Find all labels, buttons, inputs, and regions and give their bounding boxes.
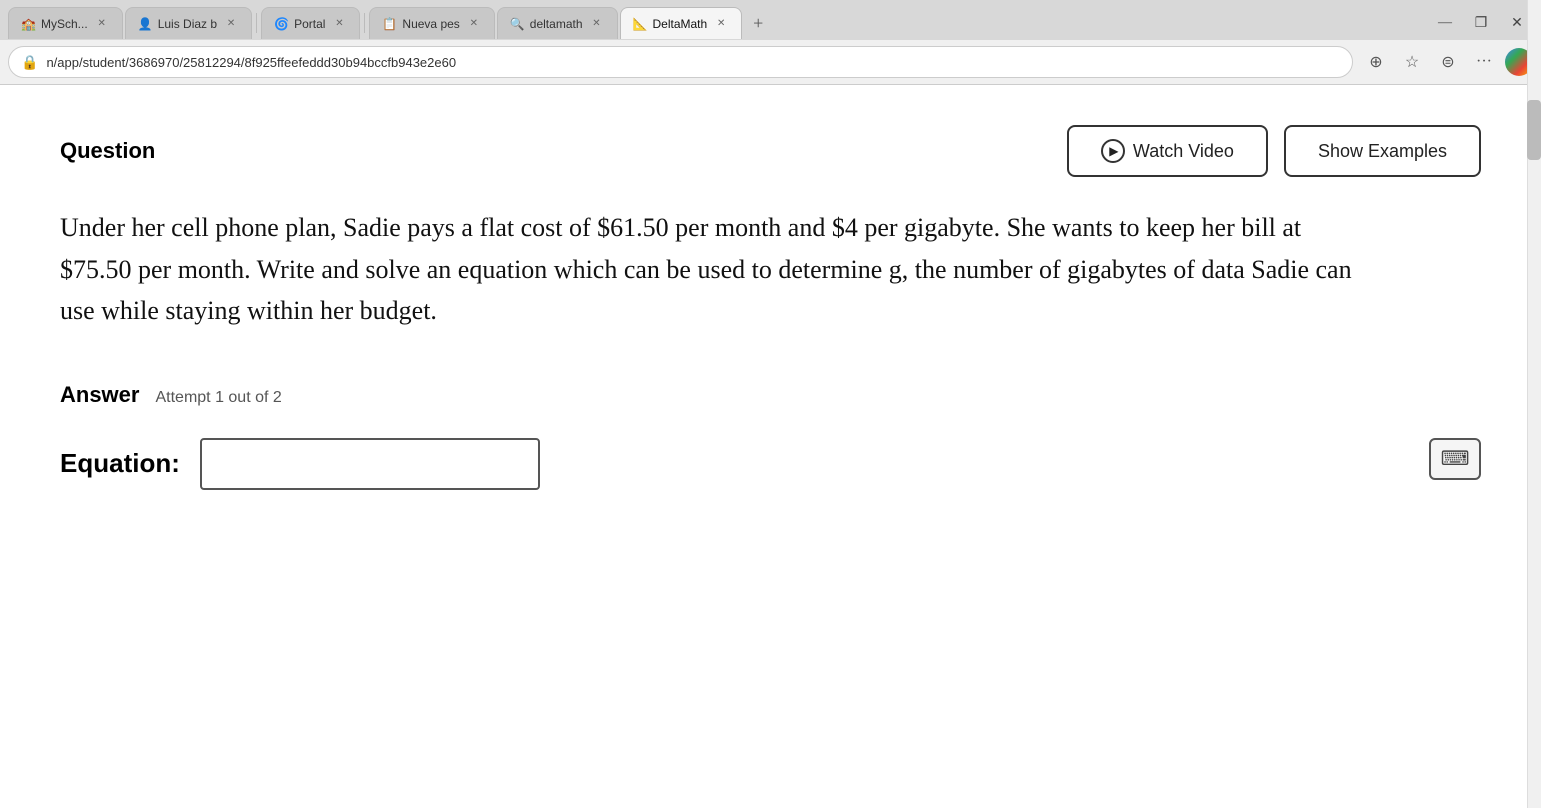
question-text: Under her cell phone plan, Sadie pays a … xyxy=(60,207,1360,332)
tab-label-4: Nueva pes xyxy=(402,17,459,31)
tab-label-2: Luis Diaz b xyxy=(158,17,217,31)
show-examples-button[interactable]: Show Examples xyxy=(1284,125,1481,177)
tab-favicon-1: 🏫 xyxy=(21,17,35,31)
question-label: Question xyxy=(60,138,155,164)
tab-nueva-pes[interactable]: 📋 Nueva pes ✕ xyxy=(369,7,494,39)
tab-label-6: DeltaMath xyxy=(653,17,708,31)
tab-deltamath-active[interactable]: 📐 DeltaMath ✕ xyxy=(620,7,743,39)
scrollbar-thumb[interactable] xyxy=(1527,100,1541,160)
equation-input[interactable] xyxy=(200,438,540,490)
attempt-text: Attempt 1 out of 2 xyxy=(155,389,281,407)
tab-close-1[interactable]: ✕ xyxy=(94,16,110,32)
equation-row: Equation: xyxy=(60,438,1481,490)
tab-label-5: deltamath xyxy=(530,17,583,31)
tab-bar: 🏫 MySch... ✕ 👤 Luis Diaz b ✕ 🌀 Portal ✕ … xyxy=(0,0,1541,40)
more-button[interactable]: ··· xyxy=(1469,47,1499,77)
tab-favicon-3: 🌀 xyxy=(274,17,288,31)
tab-close-4[interactable]: ✕ xyxy=(466,16,482,32)
tab-favicon-4: 📋 xyxy=(382,17,396,31)
tab-close-2[interactable]: ✕ xyxy=(223,16,239,32)
tab-separator xyxy=(256,13,257,33)
answer-label: Answer xyxy=(60,382,139,408)
equation-label: Equation: xyxy=(60,448,180,479)
lock-icon: 🔒 xyxy=(21,54,38,71)
watch-video-button[interactable]: ▶ Watch Video xyxy=(1067,125,1268,177)
tab-close-6[interactable]: ✕ xyxy=(713,16,729,32)
bookmark-button[interactable]: ☆ xyxy=(1397,47,1427,77)
watch-video-label: Watch Video xyxy=(1133,141,1234,162)
new-tab-button[interactable]: + xyxy=(744,9,772,37)
answer-section: Answer Attempt 1 out of 2 ⌨ Equation: xyxy=(60,382,1481,490)
tab-favicon-2: 👤 xyxy=(138,17,152,31)
answer-header: Answer Attempt 1 out of 2 xyxy=(60,382,1481,408)
question-header: Question ▶ Watch Video Show Examples xyxy=(60,125,1481,177)
page-content: Question ▶ Watch Video Show Examples Und… xyxy=(0,85,1541,809)
tab-close-3[interactable]: ✕ xyxy=(331,16,347,32)
restore-button[interactable]: ❐ xyxy=(1465,9,1497,37)
tab-favicon-5: 🔍 xyxy=(510,17,524,31)
keyboard-icon-button[interactable]: ⌨ xyxy=(1429,438,1481,480)
play-icon: ▶ xyxy=(1101,139,1125,163)
browser-chrome: 🏫 MySch... ✕ 👤 Luis Diaz b ✕ 🌀 Portal ✕ … xyxy=(0,0,1541,85)
tab-label-3: Portal xyxy=(294,17,325,31)
url-box[interactable]: 🔒 n/app/student/3686970/25812294/8f925ff… xyxy=(8,46,1353,78)
show-examples-label: Show Examples xyxy=(1318,141,1447,162)
tab-myschool[interactable]: 🏫 MySch... ✕ xyxy=(8,7,123,39)
tab-portal[interactable]: 🌀 Portal ✕ xyxy=(261,7,360,39)
scrollbar[interactable] xyxy=(1527,0,1541,808)
browser-actions: ⊕ ☆ ⊜ ··· xyxy=(1361,47,1533,77)
tab-close-5[interactable]: ✕ xyxy=(589,16,605,32)
tab-deltamath-search[interactable]: 🔍 deltamath ✕ xyxy=(497,7,618,39)
zoom-button[interactable]: ⊕ xyxy=(1361,47,1391,77)
reading-list-button[interactable]: ⊜ xyxy=(1433,47,1463,77)
window-controls: — ❐ ✕ xyxy=(1429,9,1533,37)
url-text: n/app/student/3686970/25812294/8f925ffee… xyxy=(46,55,1340,70)
keyboard-icon: ⌨ xyxy=(1441,446,1470,471)
header-buttons: ▶ Watch Video Show Examples xyxy=(1067,125,1481,177)
minimize-button[interactable]: — xyxy=(1429,9,1461,37)
tab-luis-diaz[interactable]: 👤 Luis Diaz b ✕ xyxy=(125,7,252,39)
tab-label-1: MySch... xyxy=(41,17,88,31)
address-bar: 🔒 n/app/student/3686970/25812294/8f925ff… xyxy=(0,40,1541,84)
tab-favicon-6: 📐 xyxy=(633,17,647,31)
tab-separator-2 xyxy=(364,13,365,33)
